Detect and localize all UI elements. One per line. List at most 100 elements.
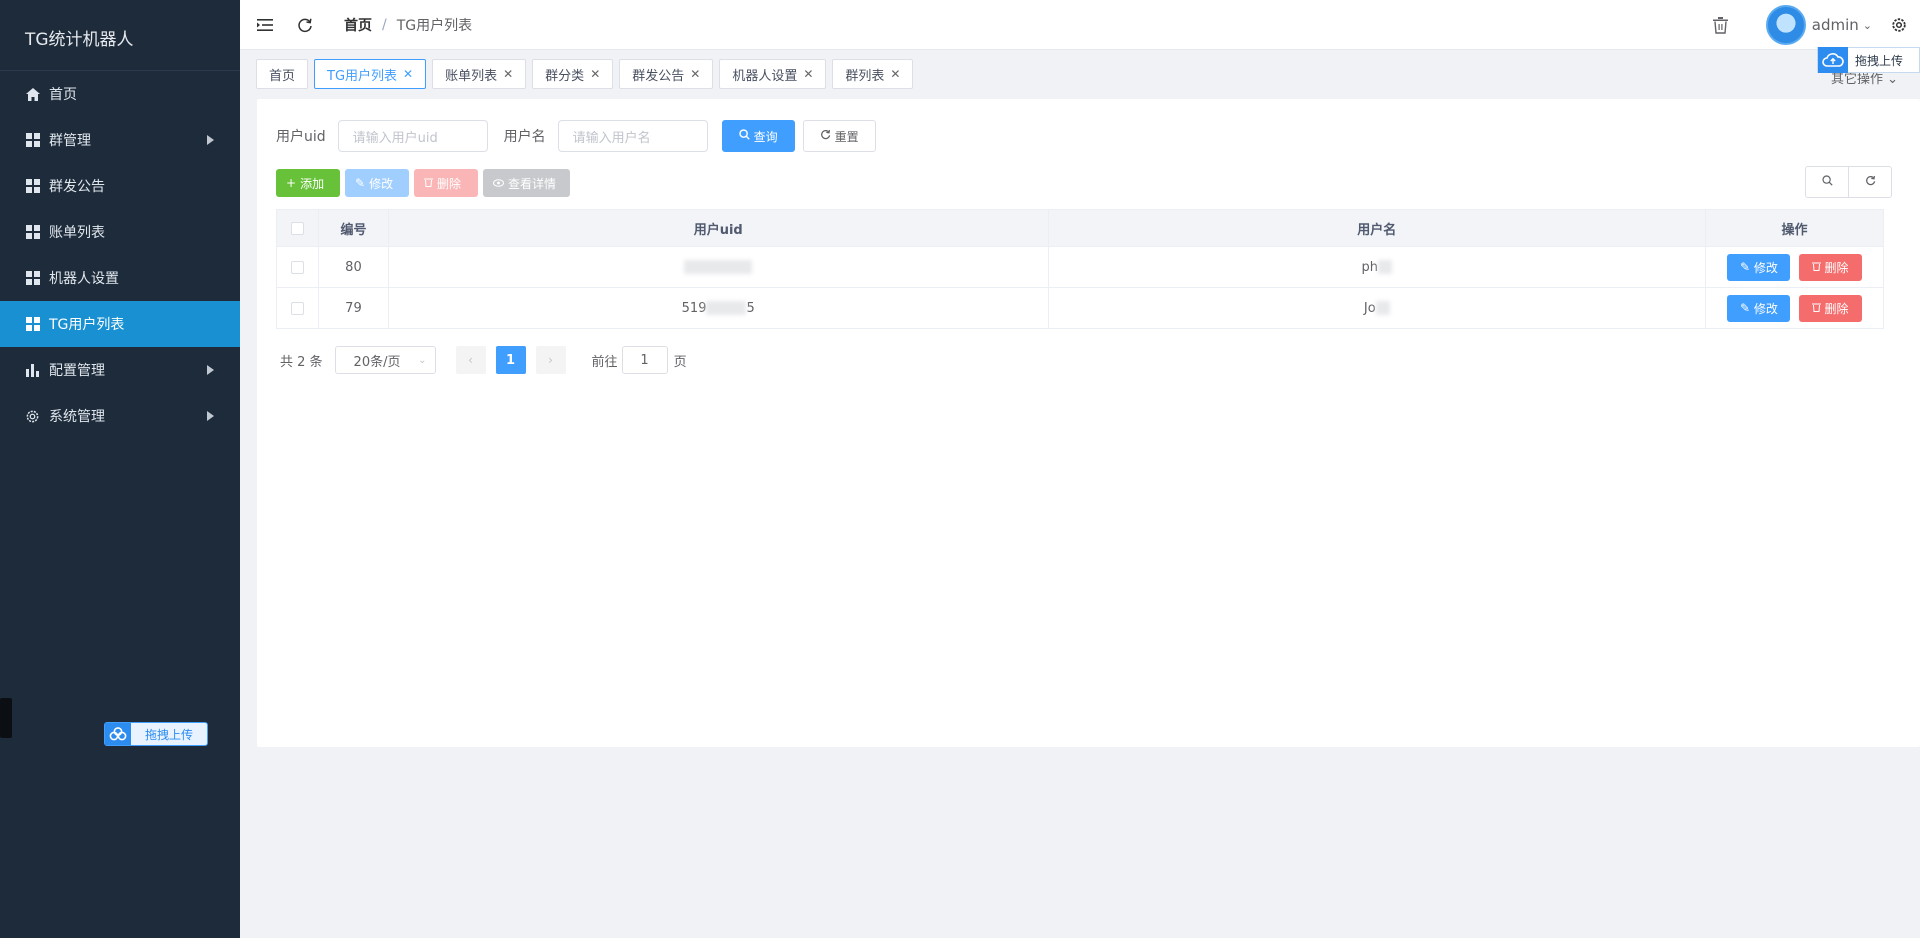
trash-icon xyxy=(1811,260,1821,274)
sidebar: TG统计机器人 首页 群管理 群发公告 账单列表 机器人设置 TG用户列表 配置… xyxy=(0,0,240,938)
select-all-checkbox[interactable] xyxy=(290,221,304,235)
table-toolbar: + 添加 ✎ 修改 删除 查看详情 xyxy=(276,169,575,197)
close-icon[interactable]: ✕ xyxy=(890,67,900,81)
uid-visible-suffix: 5 xyxy=(746,300,755,316)
sidebar-menu: 首页 群管理 群发公告 账单列表 机器人设置 TG用户列表 配置管理 系统管理 xyxy=(0,71,240,439)
row-delete-button[interactable]: 删除 xyxy=(1798,253,1862,281)
sidebar-item-config[interactable]: 配置管理 xyxy=(0,347,240,393)
search-button-label: 查询 xyxy=(753,129,778,144)
refresh-icon xyxy=(820,129,831,143)
sidebar-item-broadcast[interactable]: 群发公告 xyxy=(0,163,240,209)
reset-button[interactable]: 重置 xyxy=(802,120,876,152)
add-button[interactable]: + 添加 xyxy=(276,169,340,197)
next-page-button[interactable]: › xyxy=(535,346,566,374)
tab-group-category[interactable]: 群分类 ✕ xyxy=(532,59,614,89)
add-button-label: 添加 xyxy=(300,176,325,191)
goto-page-input[interactable]: 1 xyxy=(621,346,668,374)
tab-tg-users[interactable]: TG用户列表 ✕ xyxy=(314,59,427,89)
username-visible-part: ph xyxy=(1361,259,1379,275)
avatar[interactable] xyxy=(1765,5,1806,45)
tab-bot-settings[interactable]: 机器人设置 ✕ xyxy=(719,59,827,89)
row-delete-button[interactable]: 删除 xyxy=(1798,294,1862,322)
cloud-upload-icon xyxy=(1818,47,1848,73)
username-label: 用户名 xyxy=(503,129,546,145)
tab-label: 群分类 xyxy=(545,68,585,84)
upload-icon xyxy=(105,723,131,745)
reset-button-label: 重置 xyxy=(834,129,859,144)
caret-right-icon xyxy=(207,411,214,421)
sidebar-item-bills[interactable]: 账单列表 xyxy=(0,209,240,255)
tab-home[interactable]: 首页 xyxy=(256,59,309,89)
tab-label: 机器人设置 xyxy=(732,68,798,84)
grid-icon xyxy=(25,225,40,240)
tab-label: 账单列表 xyxy=(445,68,498,84)
sidebar-item-system[interactable]: 系统管理 xyxy=(0,393,240,439)
view-detail-label: 查看详情 xyxy=(508,176,557,191)
close-icon[interactable]: ✕ xyxy=(503,67,513,81)
caret-right-icon xyxy=(207,135,214,145)
trash-icon[interactable] xyxy=(1712,16,1730,34)
edit-button[interactable]: ✎ 修改 xyxy=(345,169,409,197)
header-drag-upload-widget[interactable]: 拖拽上传 xyxy=(1817,47,1920,73)
delete-button[interactable]: 删除 xyxy=(414,169,478,197)
grid-icon xyxy=(25,271,40,286)
grid-icon xyxy=(25,179,40,194)
uid-label: 用户uid xyxy=(276,129,326,145)
refresh-icon[interactable] xyxy=(296,16,314,34)
breadcrumb-separator: / xyxy=(382,16,387,33)
uid-visible-part: 519 xyxy=(681,300,707,316)
page-size-value: 20条/页 xyxy=(353,354,401,370)
chevron-down-icon: ⌄ xyxy=(418,354,427,366)
refresh-table-button[interactable] xyxy=(1848,166,1892,198)
sidebar-item-group-manage[interactable]: 群管理 xyxy=(0,117,240,163)
column-header-uid: 用户uid xyxy=(388,209,1049,247)
tab-label: 群发公告 xyxy=(632,68,685,84)
table-header-row: 编号 用户uid 用户名 操作 xyxy=(276,209,1884,247)
row-edit-button[interactable]: ✎ 修改 xyxy=(1727,253,1791,281)
close-icon[interactable]: ✕ xyxy=(403,67,413,81)
trash-icon xyxy=(1811,301,1821,315)
sidebar-item-label: 首页 xyxy=(49,87,77,103)
close-icon[interactable]: ✕ xyxy=(690,67,700,81)
uid-input[interactable]: 请输入用户uid xyxy=(337,120,488,152)
tg-user-table: 编号 用户uid 用户名 操作 80 ph ✎ 修改 删除 79 519 5 J… xyxy=(276,209,1884,329)
row-edit-button[interactable]: ✎ 修改 xyxy=(1727,294,1791,322)
chevron-down-icon[interactable]: ⌄ xyxy=(1863,19,1872,32)
side-handle[interactable] xyxy=(0,698,12,738)
header-actions: admin ⌄ xyxy=(1712,0,1920,50)
toggle-search-button[interactable] xyxy=(1805,166,1849,198)
search-button[interactable]: 查询 xyxy=(721,120,795,152)
upload-label: 拖拽上传 xyxy=(145,727,194,742)
close-icon[interactable]: ✕ xyxy=(590,67,600,81)
username[interactable]: admin xyxy=(1812,16,1859,34)
top-header: 首页 / TG用户列表 admin ⌄ xyxy=(240,0,1920,50)
tab-bills[interactable]: 账单列表 ✕ xyxy=(432,59,527,89)
sidebar-item-home[interactable]: 首页 xyxy=(0,71,240,117)
settings-gear-icon[interactable] xyxy=(1890,16,1908,34)
tab-broadcast[interactable]: 群发公告 ✕ xyxy=(619,59,714,89)
upload-label: 拖拽上传 xyxy=(1855,53,1904,68)
tab-group-list[interactable]: 群列表 ✕ xyxy=(832,59,914,89)
page-number-current[interactable]: 1 xyxy=(495,346,526,374)
row-checkbox[interactable] xyxy=(290,260,304,274)
sidebar-item-tg-users[interactable]: TG用户列表 xyxy=(0,301,240,347)
breadcrumb-home[interactable]: 首页 xyxy=(344,15,372,35)
row-checkbox[interactable] xyxy=(290,301,304,315)
tab-label: 群列表 xyxy=(845,68,885,84)
menu-fold-icon[interactable] xyxy=(256,16,274,34)
redacted-uid: 519 5 xyxy=(682,301,755,316)
sidebar-item-label: 系统管理 xyxy=(49,409,105,425)
prev-page-button[interactable]: ‹ xyxy=(455,346,486,374)
close-icon[interactable]: ✕ xyxy=(803,67,813,81)
gear-icon xyxy=(25,409,40,424)
drag-upload-widget[interactable]: 拖拽上传 xyxy=(104,722,208,746)
sidebar-item-label: TG用户列表 xyxy=(49,317,125,333)
delete-button-label: 删除 xyxy=(437,176,462,191)
row-edit-label: 修改 xyxy=(1753,260,1778,275)
sidebar-item-bot-settings[interactable]: 机器人设置 xyxy=(0,255,240,301)
page-size-select[interactable]: 20条/页 ⌄ xyxy=(334,346,436,374)
grid-icon xyxy=(25,133,40,148)
plus-icon: + xyxy=(286,176,297,190)
view-detail-button[interactable]: 查看详情 xyxy=(483,169,570,197)
username-input[interactable]: 请输入用户名 xyxy=(557,120,708,152)
